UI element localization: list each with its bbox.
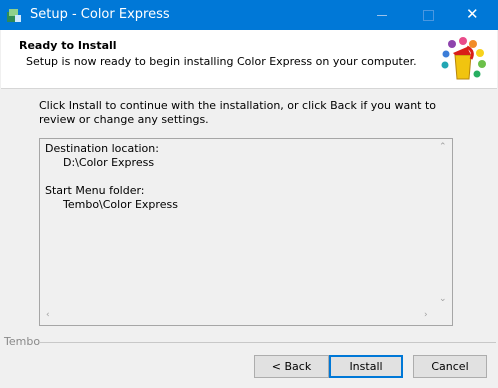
setup-app-icon xyxy=(7,9,21,22)
scroll-left-icon[interactable]: ‹ xyxy=(46,310,50,320)
brand-label: Tembo xyxy=(4,335,41,348)
page-subtitle: Setup is now ready to begin installing C… xyxy=(26,55,417,68)
maximize-icon xyxy=(423,10,434,21)
maximize-button[interactable] xyxy=(405,0,451,30)
close-icon: ✕ xyxy=(466,5,479,23)
scrollbar-corner xyxy=(435,308,452,325)
title-bar: Setup - Color Express ✕ xyxy=(0,0,498,30)
horizontal-scrollbar[interactable]: ‹ › xyxy=(40,308,435,325)
summary-content: Destination location: D:\Color Express S… xyxy=(45,142,178,212)
page-title: Ready to Install xyxy=(19,39,117,52)
scroll-down-icon[interactable]: ⌄ xyxy=(439,294,447,304)
minimize-icon xyxy=(377,15,387,16)
scroll-right-icon[interactable]: › xyxy=(424,310,428,320)
settings-summary-memo[interactable]: Destination location: D:\Color Express S… xyxy=(39,138,453,326)
destination-label: Destination location: xyxy=(45,142,159,155)
start-menu-value: Tembo\Color Express xyxy=(63,198,178,211)
destination-value: D:\Color Express xyxy=(63,156,155,169)
window-title: Setup - Color Express xyxy=(30,7,170,22)
scroll-up-icon[interactable]: ⌃ xyxy=(439,142,447,152)
install-button[interactable]: Install xyxy=(329,355,403,378)
start-menu-label: Start Menu folder: xyxy=(45,184,145,197)
paint-bucket-logo xyxy=(441,37,486,80)
minimize-button[interactable] xyxy=(359,0,405,30)
back-button[interactable]: < Back xyxy=(254,355,329,378)
intro-text: Click Install to continue with the insta… xyxy=(39,99,437,126)
close-button[interactable]: ✕ xyxy=(452,0,498,30)
footer-divider xyxy=(40,342,496,343)
vertical-scrollbar[interactable]: ⌃ ⌄ xyxy=(435,139,452,309)
cancel-button[interactable]: Cancel xyxy=(413,355,487,378)
wizard-header: Ready to Install Setup is now ready to b… xyxy=(1,30,497,89)
